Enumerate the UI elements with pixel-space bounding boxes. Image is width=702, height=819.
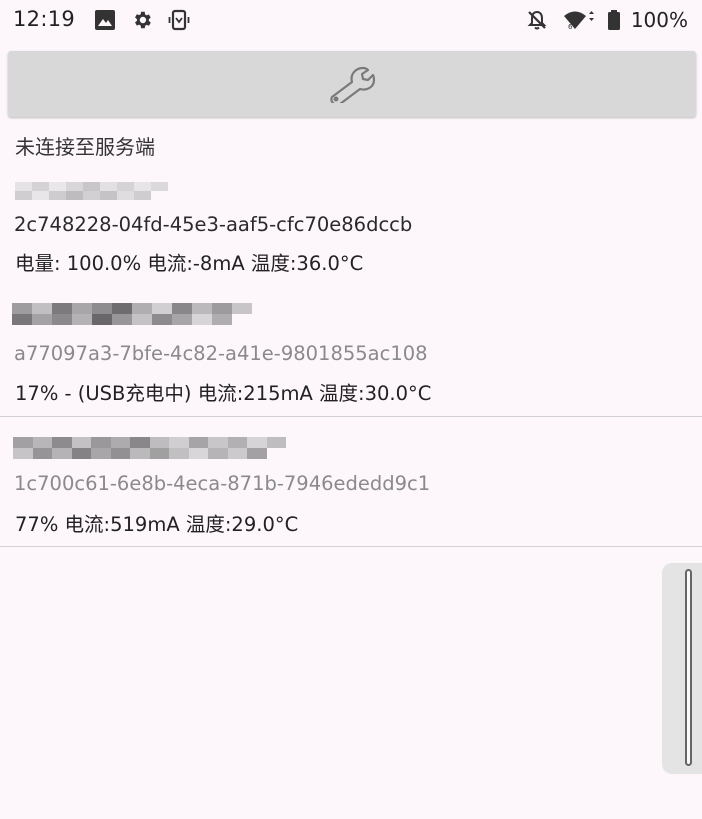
svg-text:6: 6 <box>568 23 573 31</box>
gear-icon <box>131 9 153 31</box>
connection-status: 未连接至服务端 <box>15 135 155 159</box>
status-bar: 12:19 6 100% <box>0 0 702 42</box>
bell-off-icon <box>526 9 548 31</box>
battery-percent: 100% <box>630 8 688 32</box>
battery-icon <box>607 9 621 31</box>
scrollbar[interactable] <box>662 563 702 774</box>
device-item[interactable]: 1c700c61-6e8b-4eca-871b-7946ededd9c1 77%… <box>0 417 702 547</box>
settings-tool-button[interactable] <box>8 51 696 117</box>
device-name-redacted <box>12 303 252 325</box>
device-name-redacted <box>15 182 168 200</box>
status-time: 12:19 <box>13 7 76 31</box>
wifi-icon: 6 <box>562 9 598 31</box>
device-info: 77% 电流:519mA 温度:29.0°C <box>15 513 299 536</box>
image-icon <box>94 9 116 31</box>
device-uuid: 1c700c61-6e8b-4eca-871b-7946ededd9c1 <box>14 472 431 495</box>
device-uuid: 2c748228-04fd-45e3-aaf5-cfc70e86dccb <box>14 213 413 236</box>
phone-vibrate-icon <box>168 9 190 31</box>
wrench-icon <box>325 61 379 107</box>
device-name-redacted <box>13 437 286 459</box>
device-uuid: a77097a3-7bfe-4c82-a41e-9801855ac108 <box>14 342 428 365</box>
device-item[interactable]: 2c748228-04fd-45e3-aaf5-cfc70e86dccb 电量:… <box>0 170 702 290</box>
device-item[interactable]: a77097a3-7bfe-4c82-a41e-9801855ac108 17%… <box>0 290 702 417</box>
scrollbar-thumb[interactable] <box>685 569 692 766</box>
device-info: 电量: 100.0% 电流:-8mA 温度:36.0°C <box>15 252 364 275</box>
device-info: 17% - (USB充电中) 电流:215mA 温度:30.0°C <box>15 382 432 405</box>
